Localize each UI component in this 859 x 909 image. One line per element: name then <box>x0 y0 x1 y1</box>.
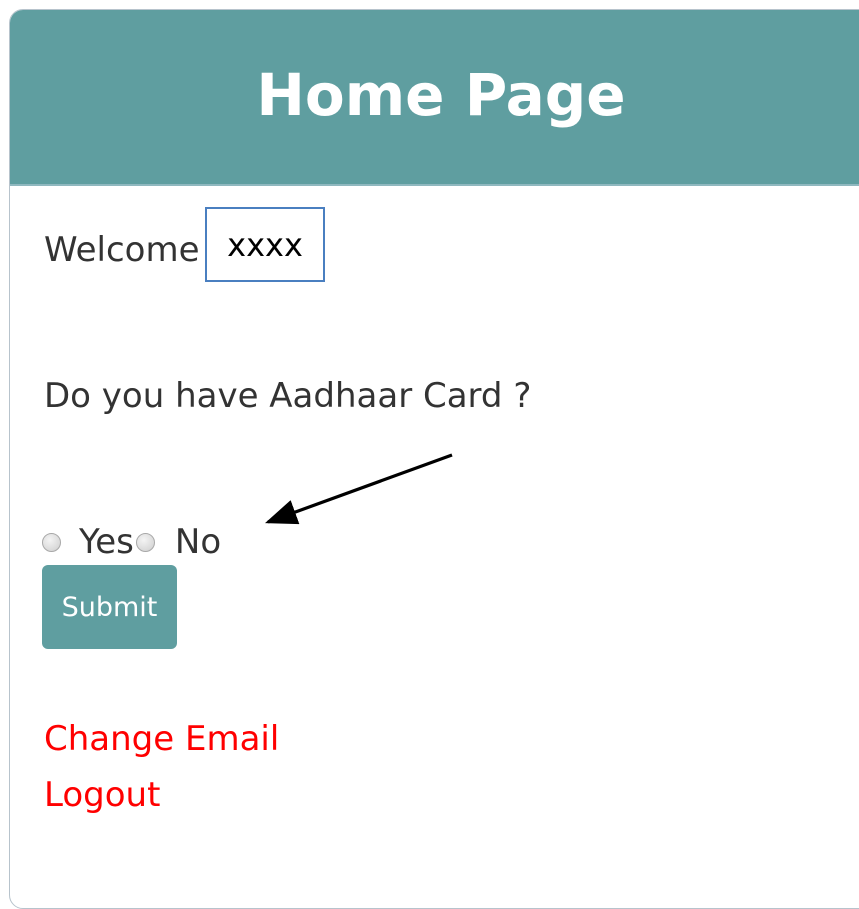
home-card: Home Page <box>9 9 859 909</box>
radio-yes[interactable] <box>42 532 61 552</box>
change-email-link[interactable]: Change Email <box>44 719 279 759</box>
username-box: xxxx <box>205 207 325 282</box>
radio-yes-label[interactable]: Yes <box>79 522 134 562</box>
submit-button[interactable]: Submit <box>42 565 177 649</box>
radio-no[interactable] <box>135 532 155 552</box>
aadhaar-radio-group: Yes No <box>42 522 221 562</box>
radio-no-label[interactable]: No <box>175 522 221 562</box>
aadhaar-question: Do you have Aadhaar Card ? <box>44 376 532 416</box>
username-text: xxxx <box>227 225 303 264</box>
logout-link[interactable]: Logout <box>44 775 160 815</box>
page-title: Home Page <box>256 61 626 129</box>
page-header: Home Page <box>10 10 859 186</box>
welcome-label: Welcome <box>44 230 200 270</box>
